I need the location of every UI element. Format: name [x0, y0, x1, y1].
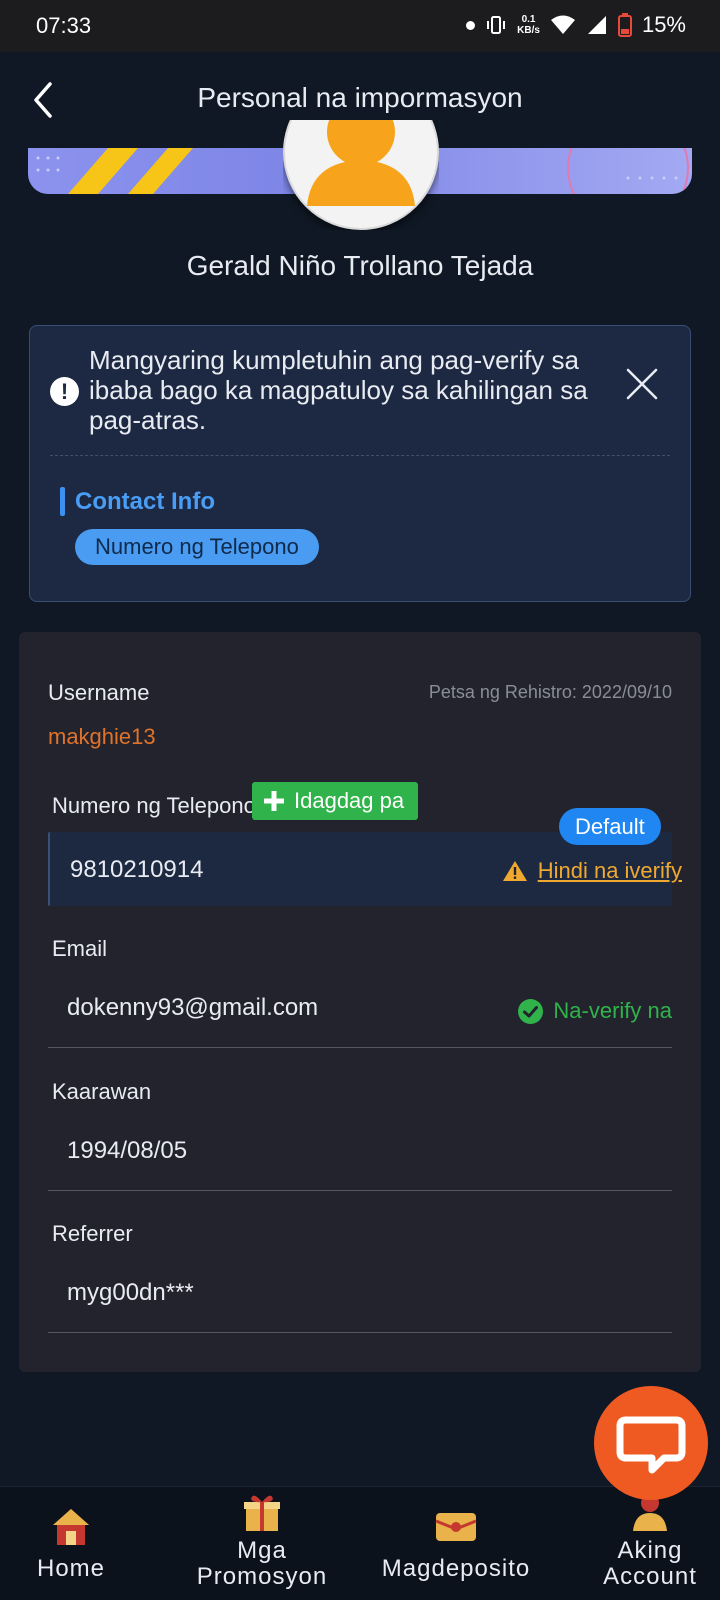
birthday-label: Kaarawan — [52, 1079, 152, 1104]
registration-date: Petsa ng Rehistro: 2022/09/10 — [428, 682, 672, 702]
phone-label: Numero ng Telepono — [52, 793, 256, 818]
default-badge: Default — [559, 808, 661, 845]
home-icon — [53, 1509, 89, 1545]
nav-promotions[interactable]: Mga Promosyon — [194, 1491, 330, 1590]
notice-text: Mangyaring kumpletuhin ang pag-verify sa… — [89, 345, 588, 435]
email-status: Na-verify na — [553, 998, 672, 1023]
nav-home-label: Home — [36, 1555, 106, 1582]
email-verified-status: Na-verify na — [518, 998, 672, 1024]
net-speed: 0.1 KB/s — [517, 14, 540, 36]
referrer-divider — [48, 1332, 672, 1333]
net-speed-unit: KB/s — [517, 25, 540, 36]
battery-icon — [617, 13, 632, 37]
wifi-icon — [550, 15, 575, 34]
warning-icon — [502, 861, 527, 881]
signal-icon — [587, 16, 606, 34]
wallet-icon — [435, 1513, 477, 1541]
verification-notice: ! Mangyaring kumpletuhin ang pag-verify … — [29, 325, 691, 602]
phone-status: Hindi na iverify — [537, 858, 682, 883]
referrer-label: Referrer — [52, 1221, 133, 1246]
status-bar: 07:33 0.1 KB/s 15% — [0, 0, 720, 52]
email-value: dokenny93@gmail.com — [67, 994, 319, 1021]
contact-info-title: Contact Info — [75, 488, 215, 515]
nav-promotions-line1: Mga — [237, 1537, 287, 1564]
add-phone-button[interactable]: Idagdag pa — [252, 782, 419, 820]
close-icon — [626, 368, 658, 400]
birthday-value: 1994/08/05 — [67, 1137, 188, 1164]
live-chat-button[interactable] — [594, 1386, 708, 1500]
nav-deposit-label: Magdeposito — [381, 1555, 531, 1582]
email-divider — [48, 1047, 672, 1048]
notification-dot-icon — [466, 20, 476, 30]
status-icons: 0.1 KB/s 15% — [466, 12, 686, 38]
plus-icon — [264, 791, 284, 811]
email-label: Email — [52, 936, 108, 961]
referrer-value: myg00dn*** — [67, 1279, 194, 1306]
status-time: 07:33 — [36, 13, 92, 38]
net-speed-value: 0.1 — [521, 14, 536, 25]
vibrate-icon — [487, 16, 506, 34]
username-label: Username — [48, 680, 150, 705]
nav-account-line2: Account — [603, 1563, 697, 1590]
chat-bubble-icon — [616, 1416, 686, 1474]
gift-icon — [244, 1495, 280, 1531]
close-notice-button[interactable] — [624, 366, 660, 402]
avatar[interactable] — [283, 120, 439, 230]
nav-home[interactable]: Home — [36, 1505, 106, 1582]
verify-phone-link[interactable]: Hindi na iverify — [502, 858, 682, 884]
section-marker — [60, 487, 65, 516]
add-phone-label: Idagdag pa — [294, 788, 405, 813]
page-title: Personal na impormasyon — [197, 82, 523, 113]
check-circle-icon — [518, 998, 544, 1024]
bottom-navigation: Home Mga Promosyon Magdeposito Aking Acc… — [0, 1486, 720, 1600]
profile-name: Gerald Niño Trollano Tejada — [186, 250, 534, 281]
battery-percent: 15% — [641, 12, 686, 37]
nav-deposit[interactable]: Magdeposito — [378, 1507, 534, 1582]
account-info-card: Username Petsa ng Rehistro: 2022/09/10 m… — [19, 632, 701, 1372]
user-silhouette-icon — [307, 120, 415, 206]
notice-divider — [50, 455, 670, 456]
username-value: makghie13 — [48, 724, 156, 749]
birthday-divider — [48, 1190, 672, 1191]
nav-account[interactable]: Aking Account — [596, 1491, 704, 1590]
nav-account-line1: Aking — [617, 1537, 683, 1564]
nav-promotions-line2: Promosyon — [196, 1563, 328, 1590]
avatar-circle — [283, 120, 439, 230]
phone-value: 9810210914 — [70, 856, 204, 883]
exclamation-icon: ! — [50, 377, 79, 406]
phone-number-chip[interactable]: Numero ng Telepono — [75, 529, 319, 565]
